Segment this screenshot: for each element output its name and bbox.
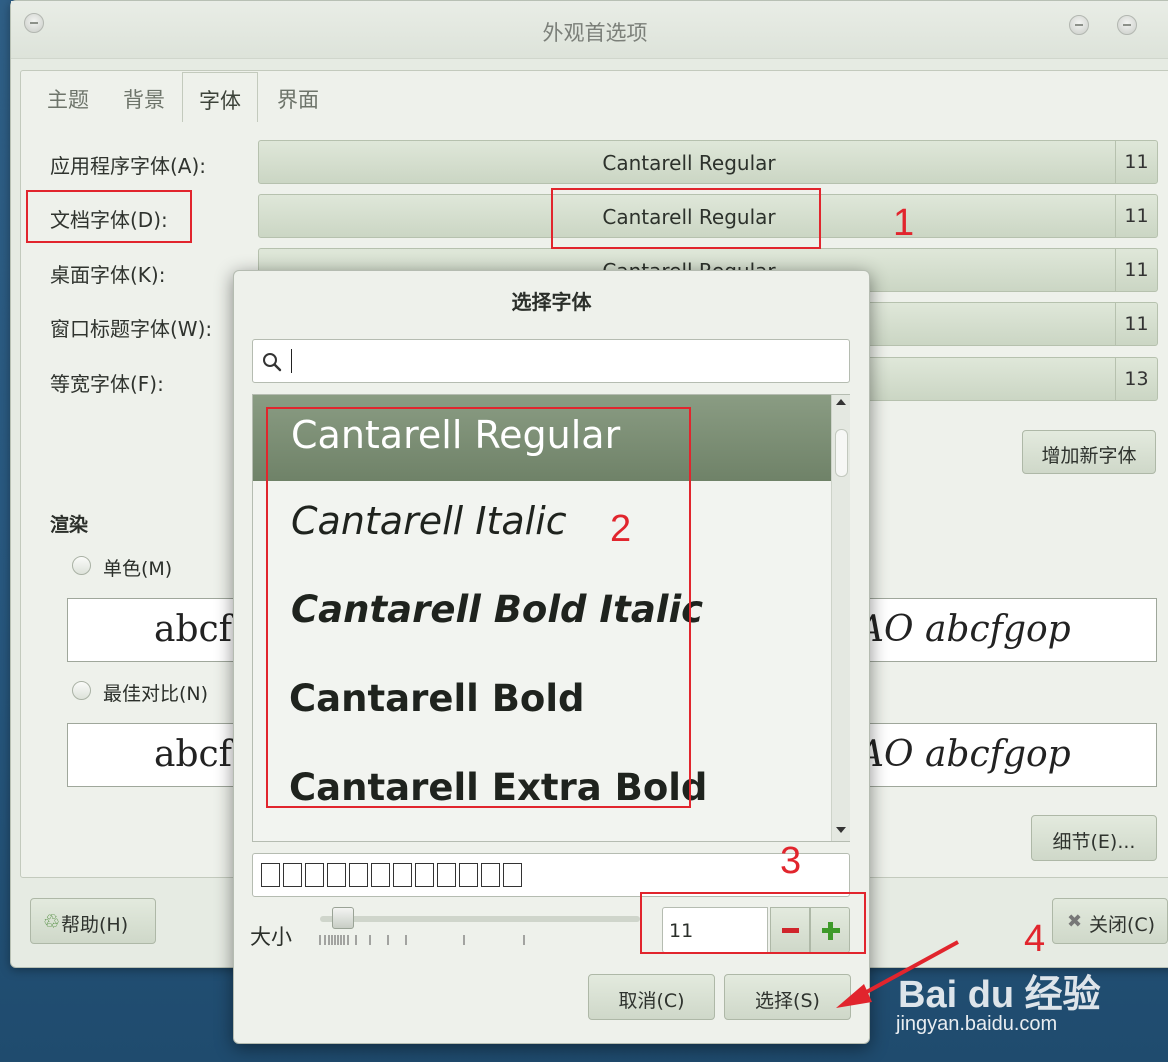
watermark-url: jingyan.baidu.com bbox=[896, 1013, 1058, 1035]
font-search-input[interactable] bbox=[252, 339, 850, 383]
close-label: 关闭(C) bbox=[1089, 914, 1156, 936]
preview-sample-right: AO abcfgop bbox=[858, 734, 1071, 775]
font-size: 11 bbox=[1115, 141, 1157, 183]
text-cursor bbox=[291, 349, 292, 373]
size-slider-ticks bbox=[319, 935, 525, 945]
application-font-label: 应用程序字体(A): bbox=[50, 154, 207, 178]
titlebar: 外观首选项 bbox=[11, 1, 1168, 59]
font-size: 13 bbox=[1115, 358, 1157, 400]
monochrome-label: 单色(M) bbox=[103, 558, 173, 580]
font-size: 11 bbox=[1115, 303, 1157, 345]
annotation-box-document-font bbox=[551, 188, 821, 249]
annotation-box-font-list bbox=[266, 407, 691, 808]
minimize-button[interactable] bbox=[1069, 15, 1089, 35]
scroll-down-icon[interactable] bbox=[836, 827, 846, 833]
best-contrast-radio[interactable] bbox=[72, 681, 91, 700]
rendering-title: 渲染 bbox=[50, 514, 89, 536]
dialog-title: 选择字体 bbox=[511, 290, 592, 314]
annotation-box-document-label bbox=[26, 190, 192, 243]
add-new-font-button[interactable]: 增加新字体 bbox=[1022, 430, 1156, 474]
annotation-number-2: 2 bbox=[610, 508, 632, 550]
best-contrast-label: 最佳对比(N) bbox=[103, 683, 209, 705]
help-button[interactable]: ♲ 帮助(H) bbox=[30, 898, 156, 944]
font-size: 11 bbox=[1115, 249, 1157, 291]
search-icon bbox=[263, 353, 282, 372]
tab-fonts[interactable]: 字体 bbox=[182, 72, 258, 122]
application-font-button[interactable]: Cantarell Regular 11 bbox=[258, 140, 1158, 184]
watermark-logo: Bai du 经验 bbox=[898, 974, 1101, 1016]
monospace-font-label: 等宽字体(F): bbox=[50, 372, 164, 396]
preview-sample-right: AO abcfgop bbox=[858, 609, 1071, 650]
desktop-font-label: 桌面字体(K): bbox=[50, 263, 166, 287]
annotation-number-3: 3 bbox=[780, 840, 802, 882]
tab-background[interactable]: 背景 bbox=[108, 72, 180, 122]
annotation-number-1: 1 bbox=[893, 202, 915, 244]
baidu-jingyan-watermark: Bai du 经验 jingyan.baidu.com bbox=[896, 935, 1166, 1055]
help-label: 帮助(H) bbox=[61, 914, 129, 936]
close-icon: ✖ bbox=[1067, 911, 1083, 932]
preview-sample-left: abcf bbox=[154, 734, 232, 775]
font-list-scrollbar[interactable] bbox=[831, 395, 850, 841]
scroll-up-icon[interactable] bbox=[836, 399, 846, 405]
scrollbar-thumb[interactable] bbox=[835, 429, 848, 477]
font-size: 11 bbox=[1115, 195, 1157, 237]
font-preview-entry[interactable] bbox=[252, 853, 850, 897]
maximize-button[interactable] bbox=[1117, 15, 1137, 35]
details-button[interactable]: 细节(E)... bbox=[1031, 815, 1157, 861]
monochrome-radio[interactable] bbox=[72, 556, 91, 575]
font-name: Cantarell Regular bbox=[602, 151, 776, 175]
size-slider-handle[interactable] bbox=[332, 907, 354, 929]
tab-theme[interactable]: 主题 bbox=[32, 72, 104, 122]
preview-sample-left: abcf bbox=[154, 609, 232, 650]
tab-interface[interactable]: 界面 bbox=[262, 72, 334, 122]
window-title-font-label: 窗口标题字体(W): bbox=[50, 317, 213, 341]
size-slider-track[interactable] bbox=[320, 916, 640, 922]
size-label: 大小 bbox=[250, 925, 292, 949]
cancel-button[interactable]: 取消(C) bbox=[588, 974, 715, 1020]
help-icon: ♲ bbox=[43, 911, 61, 933]
window-title: 外观首选项 bbox=[542, 21, 648, 45]
missing-glyph-preview-text bbox=[261, 863, 525, 887]
